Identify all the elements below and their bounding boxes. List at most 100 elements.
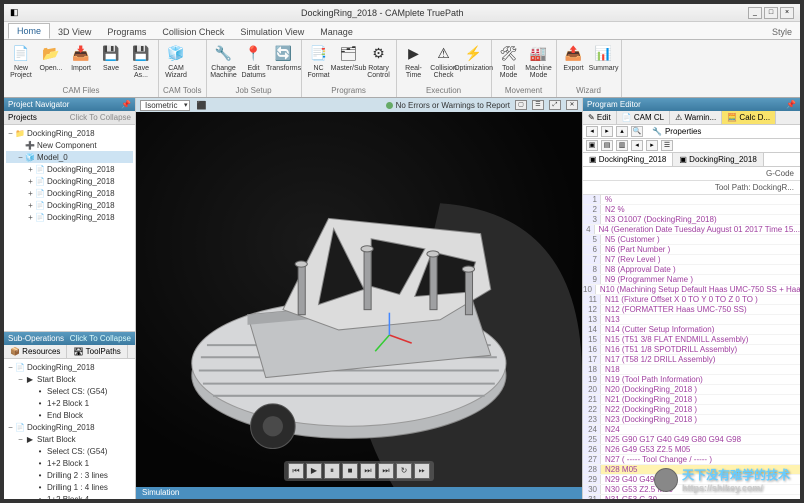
- code-line[interactable]: 26N26 G49 G53 Z2.5 M05: [583, 445, 800, 455]
- minimize-button[interactable]: _: [748, 7, 762, 19]
- projects-sub-header[interactable]: Projects Click To Collapse: [4, 111, 135, 125]
- 3d-viewport[interactable]: ⏮ ▶ ⏸ ■ ⏭ ⏭ ↻ ⏩︎: [136, 112, 582, 487]
- code-line[interactable]: 10N10 (Machining Setup Default Haas UMC-…: [583, 285, 800, 295]
- tree-node[interactable]: −📄DockingRing_2018: [6, 361, 133, 373]
- ribbon-tool-mode[interactable]: 🛠Tool Mode: [496, 42, 522, 85]
- subops-tab-resources[interactable]: 📦 Resources: [4, 345, 67, 358]
- editor-tab-warnin-[interactable]: ⚠ Warnin...: [670, 111, 722, 124]
- ribbon-new-project[interactable]: 📄New Project: [8, 42, 34, 85]
- ribbon-edit-datums[interactable]: 📍Edit Datums: [241, 42, 267, 85]
- code-line[interactable]: 20N20 (DockingRing_2018 ): [583, 385, 800, 395]
- code-line[interactable]: 12N12 (FORMATTER Haas UMC-750 SS): [583, 305, 800, 315]
- code-line[interactable]: 15N15 (T51 3/8 FLAT ENDMILL Assembly): [583, 335, 800, 345]
- ribbon-change-machine[interactable]: 🔧Change Machine: [211, 42, 237, 85]
- code-line[interactable]: 3N3 O1007 (DockingRing_2018): [583, 215, 800, 225]
- ribbon-cam-wizard[interactable]: 🧊CAM Wizard: [163, 42, 189, 85]
- tree-node[interactable]: −▶Start Block: [6, 433, 133, 445]
- file-tab[interactable]: ▣ DockingRing_2018: [583, 153, 673, 166]
- tree-node[interactable]: +📄DockingRing_2018: [6, 175, 133, 187]
- expand-icon[interactable]: +: [26, 189, 35, 198]
- expand-icon[interactable]: −: [16, 153, 25, 162]
- tree-node[interactable]: +📄DockingRing_2018: [6, 163, 133, 175]
- project-tree[interactable]: −📁DockingRing_2018➕New Component−🧊Model_…: [4, 125, 135, 331]
- editor-tab-calc-d-[interactable]: 🧮 Calc D...: [722, 111, 776, 124]
- code-line[interactable]: 6N6 (Part Number ): [583, 245, 800, 255]
- ed-properties-icon[interactable]: 🔧: [652, 127, 662, 136]
- tree-node[interactable]: •End Block: [6, 409, 133, 421]
- tree-node[interactable]: •Select CS: (G54): [6, 445, 133, 457]
- tree-node[interactable]: •Drilling 2 : 3 lines: [6, 469, 133, 481]
- tree-node[interactable]: +📄DockingRing_2018: [6, 211, 133, 223]
- panel-pin-icon-2[interactable]: 📌: [786, 100, 796, 109]
- code-line[interactable]: 18N18: [583, 365, 800, 375]
- expand-icon[interactable]: +: [26, 201, 35, 210]
- ed2-btn-5[interactable]: ▸: [646, 140, 658, 151]
- playback-loop[interactable]: ↻: [396, 463, 412, 479]
- ed2-btn-3[interactable]: ▥: [616, 140, 628, 151]
- viewport-tool-icon[interactable]: ⬛: [196, 101, 206, 110]
- expand-icon[interactable]: +: [26, 177, 35, 186]
- tree-node[interactable]: −📄DockingRing_2018: [6, 421, 133, 433]
- tree-node[interactable]: ➕New Component: [6, 139, 133, 151]
- viewport-btn-3[interactable]: ⤢: [549, 100, 561, 110]
- editor-tab-edit[interactable]: ✎ Edit: [583, 111, 617, 124]
- playback-play[interactable]: ▶: [306, 463, 322, 479]
- expand-icon[interactable]: +: [26, 165, 35, 174]
- ed-properties-label[interactable]: Properties: [665, 127, 701, 136]
- code-listing[interactable]: 1%2N2 %3N3 O1007 (DockingRing_2018)4N4 (…: [583, 195, 800, 499]
- subops-tab-toolpaths[interactable]: 🛣 ToolPaths: [67, 345, 127, 358]
- ed2-btn-4[interactable]: ◂: [631, 140, 643, 151]
- sub-operations-tree[interactable]: −📄DockingRing_2018−▶Start Block•Select C…: [4, 359, 135, 499]
- code-line[interactable]: 13N13: [583, 315, 800, 325]
- viewport-btn-2[interactable]: ☰: [532, 100, 544, 110]
- tree-node[interactable]: •1+2 Block 4: [6, 493, 133, 499]
- tree-node[interactable]: •1+2 Block 1: [6, 457, 133, 469]
- viewport-btn-1[interactable]: ▢: [515, 100, 527, 110]
- file-tab[interactable]: ▣ DockingRing_2018: [673, 153, 763, 166]
- ed-btn-next[interactable]: ▸: [601, 126, 613, 137]
- ribbon-tab-home[interactable]: Home: [8, 23, 50, 39]
- program-editor-header[interactable]: Program Editor 📌: [583, 98, 800, 111]
- ribbon-collision-check[interactable]: ⚠Collision Check: [431, 42, 457, 85]
- ed-btn-up[interactable]: ▴: [616, 126, 628, 137]
- tree-node[interactable]: •1+2 Block 1: [6, 397, 133, 409]
- code-line[interactable]: 5N5 (Customer ): [583, 235, 800, 245]
- ribbon-tab-collision-check[interactable]: Collision Check: [154, 25, 232, 39]
- viewport-btn-4[interactable]: ✕: [566, 100, 578, 110]
- close-button[interactable]: ×: [780, 7, 794, 19]
- ribbon-rotary-control[interactable]: ⚙Rotary Control: [366, 42, 392, 85]
- ribbon-transforms[interactable]: 🔄Transforms: [271, 42, 297, 85]
- playback-stop[interactable]: ■: [342, 463, 358, 479]
- ribbon-summary[interactable]: 📊Summary: [591, 42, 617, 85]
- playback-speed[interactable]: ⏩︎: [414, 463, 430, 479]
- code-line[interactable]: 25N25 G90 G17 G40 G49 G80 G94 G98: [583, 435, 800, 445]
- code-line[interactable]: 11N11 (Fixture Offset X 0 TO Y 0 TO Z 0 …: [583, 295, 800, 305]
- ed-btn-find[interactable]: 🔍: [631, 126, 643, 137]
- code-line[interactable]: 8N8 (Approval Date ): [583, 265, 800, 275]
- playback-pause[interactable]: ⏸: [324, 463, 340, 479]
- tree-node[interactable]: −▶Start Block: [6, 373, 133, 385]
- ed2-btn-6[interactable]: ☰: [661, 140, 673, 151]
- tree-node[interactable]: −🧊Model_0: [6, 151, 133, 163]
- expand-icon[interactable]: −: [6, 423, 15, 432]
- code-line[interactable]: 24N24: [583, 425, 800, 435]
- ribbon-tab-manage[interactable]: Manage: [312, 25, 361, 39]
- panel-pin-icon[interactable]: 📌: [121, 100, 131, 109]
- maximize-button[interactable]: □: [764, 7, 778, 19]
- expand-icon[interactable]: −: [16, 375, 25, 384]
- playback-end[interactable]: ⏭: [378, 463, 394, 479]
- ribbon-save[interactable]: 💾Save: [98, 42, 124, 85]
- ribbon-tab-simulation-view[interactable]: Simulation View: [232, 25, 312, 39]
- editor-tab-cam-cl[interactable]: 📄 CAM CL: [617, 111, 670, 124]
- ribbon-open-[interactable]: 📂Open...: [38, 42, 64, 85]
- code-line[interactable]: 27N27 ( ----- Tool Change / ----- ): [583, 455, 800, 465]
- sub-operations-header[interactable]: Sub-Operations Click To Collapse: [4, 332, 135, 345]
- expand-icon[interactable]: −: [6, 363, 15, 372]
- simulation-footer[interactable]: Simulation: [136, 487, 582, 499]
- code-line[interactable]: 31N31 G53 G-30.: [583, 495, 800, 499]
- tree-node[interactable]: •Select CS: (G54): [6, 385, 133, 397]
- code-line[interactable]: 9N9 (Programmer Name ): [583, 275, 800, 285]
- code-line[interactable]: 19N19 (Tool Path Information): [583, 375, 800, 385]
- code-line[interactable]: 17N17 (T58 1/2 DRILL Assembly): [583, 355, 800, 365]
- tree-node[interactable]: −📁DockingRing_2018: [6, 127, 133, 139]
